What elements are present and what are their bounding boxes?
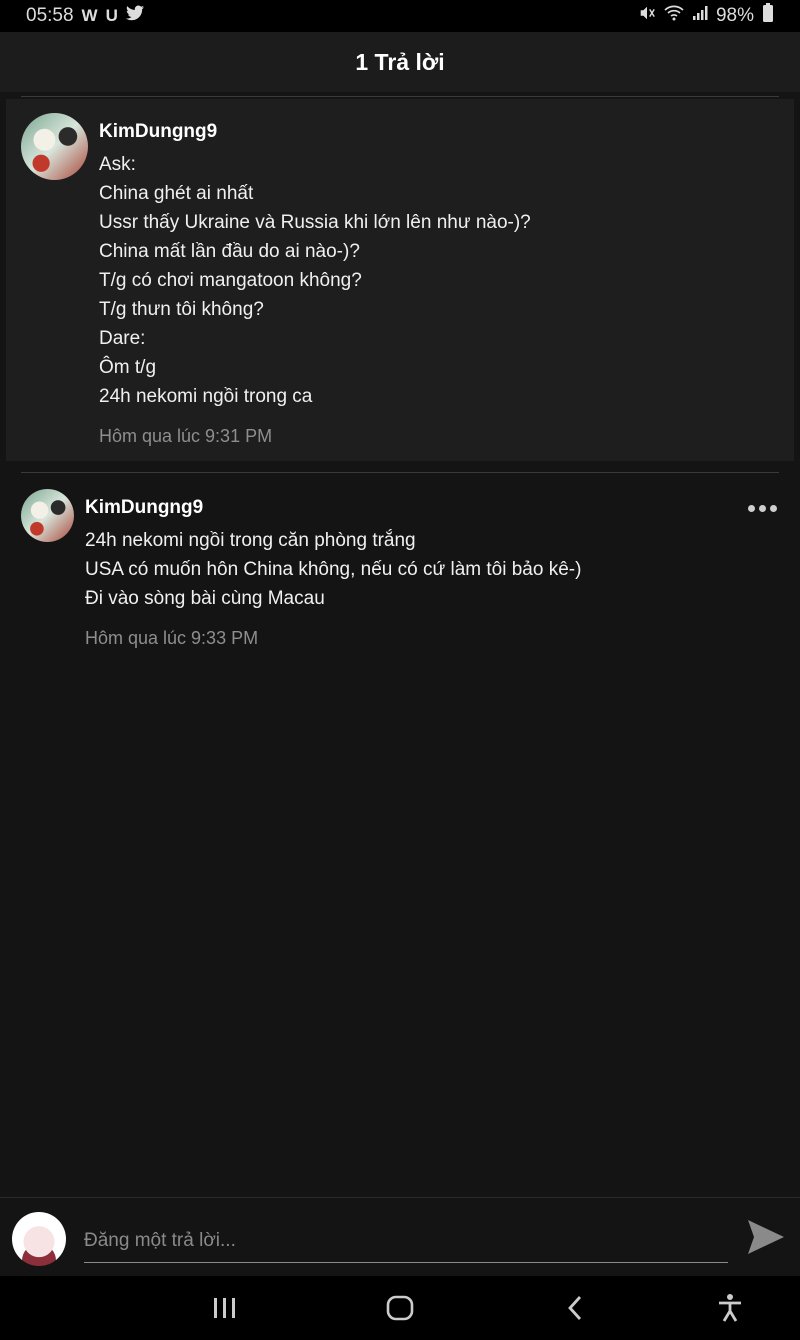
recents-icon[interactable]: [207, 1290, 243, 1326]
reply-timestamp: Hôm qua lúc 9:33 PM: [85, 628, 259, 648]
comment-line: Ussr thấy Ukraine và Russia khi lớn lên …: [99, 212, 531, 233]
divider: [21, 472, 779, 473]
reply-line: 24h nekomi ngồi trong căn phòng trắng: [85, 530, 416, 551]
battery-icon: [762, 3, 774, 29]
battery-percent: 98%: [715, 5, 754, 26]
send-icon[interactable]: [744, 1216, 788, 1258]
reply-composer: [0, 1197, 800, 1276]
comment-line: T/g có chơi mangatoon không?: [99, 270, 362, 291]
more-options-icon[interactable]: [745, 497, 779, 519]
comment-line: China mất lần đầu do ai nào-)?: [99, 241, 360, 262]
status-time: 05:58: [26, 5, 74, 26]
reply-line: USA có muốn hôn China không, nếu có cứ l…: [85, 559, 582, 580]
user-avatar[interactable]: [12, 1212, 66, 1266]
system-nav-bar: [0, 1276, 800, 1340]
comment-line: T/g thưn tôi không?: [99, 299, 264, 320]
comment-line: Ôm t/g: [99, 357, 157, 378]
home-icon[interactable]: [382, 1290, 418, 1326]
comment-line: China ghét ai nhất: [99, 183, 254, 204]
header: 1 Trả lời: [0, 32, 800, 92]
u-icon: U: [105, 6, 118, 25]
divider: [21, 96, 779, 97]
page-title: 1 Trả lời: [355, 48, 445, 75]
comment-line: Ask:: [99, 154, 136, 175]
comment-line: Dare:: [99, 328, 146, 349]
w-icon: W: [81, 6, 98, 25]
comment-timestamp: Hôm qua lúc 9:31 PM: [99, 426, 273, 446]
signal-icon: [692, 5, 708, 27]
back-icon[interactable]: [557, 1290, 593, 1326]
reply-input[interactable]: [84, 1220, 728, 1263]
mute-icon: [638, 4, 656, 28]
wifi-icon: [664, 5, 684, 27]
accessibility-icon[interactable]: [712, 1290, 748, 1326]
twitter-icon: [125, 5, 144, 27]
avatar[interactable]: [21, 113, 88, 180]
status-bar: 05:58 W U 98%: [0, 0, 800, 32]
avatar[interactable]: [21, 489, 74, 542]
comment-line: 24h nekomi ngồi trong ca: [99, 386, 313, 407]
parent-username[interactable]: KimDungng9: [99, 121, 217, 143]
reply-line: Đi vào sòng bài cùng Macau: [85, 588, 325, 609]
reply-username[interactable]: KimDungng9: [85, 497, 203, 519]
